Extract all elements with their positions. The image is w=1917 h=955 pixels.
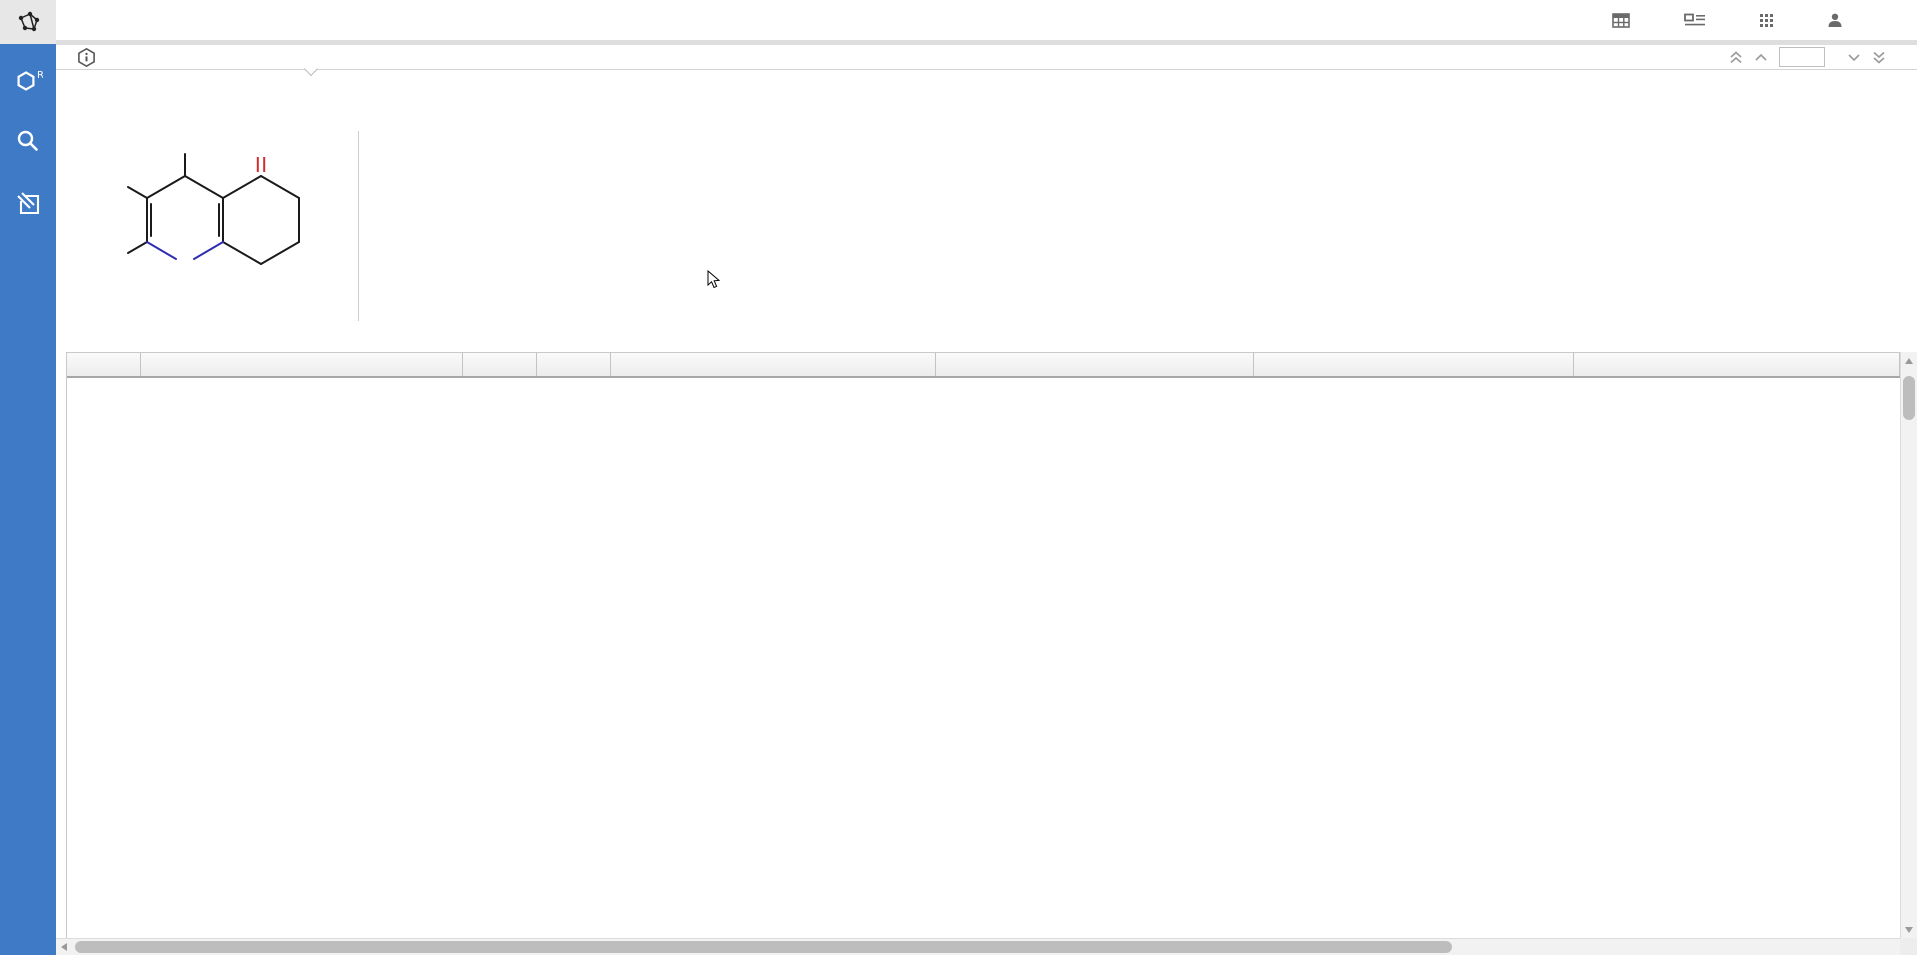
column-header-r1[interactable] <box>936 353 1254 376</box>
menu-forms[interactable] <box>1684 13 1722 27</box>
setting-row <box>378 199 634 219</box>
apps-grid-icon <box>1760 14 1773 27</box>
setting-row <box>378 139 634 159</box>
horizontal-scrollbar-thumb[interactable] <box>75 941 1452 953</box>
scroll-up-arrow-icon[interactable] <box>1905 358 1913 364</box>
column-header-mol-weight[interactable] <box>463 353 537 376</box>
vertical-scrollbar-thumb[interactable] <box>1903 376 1915 420</box>
record-pager <box>1729 46 1907 68</box>
main-content <box>56 69 1917 938</box>
menu-user[interactable] <box>1827 12 1859 28</box>
tab-untitled-enumeration[interactable] <box>68 47 96 67</box>
chevron-double-down-icon <box>1872 51 1886 64</box>
menu-enumeration[interactable] <box>1760 14 1789 27</box>
menu-tables[interactable] <box>1612 13 1646 28</box>
scaffold-structure <box>90 121 340 316</box>
markush-r-icon: R <box>13 65 43 93</box>
export-icon <box>14 189 42 217</box>
page-first-button[interactable] <box>1729 51 1743 64</box>
svg-text:R: R <box>37 70 43 81</box>
tabbar <box>56 40 1917 70</box>
page-number-input[interactable] <box>1779 47 1825 67</box>
enumeration-settings <box>378 139 634 259</box>
app-logo[interactable] <box>0 0 56 44</box>
search-icon <box>15 128 41 154</box>
chevron-down-icon <box>1847 53 1861 62</box>
column-header-r2[interactable] <box>1254 353 1574 376</box>
sidebar-item-markush[interactable]: R <box>0 48 56 110</box>
topbar <box>0 0 1917 40</box>
table-grid-icon <box>1612 13 1630 28</box>
chevron-up-icon <box>1754 53 1768 62</box>
column-header-formula[interactable] <box>537 353 611 376</box>
table-header <box>67 352 1902 378</box>
column-header-colored-structure[interactable] <box>611 353 936 376</box>
page-next-button[interactable] <box>1847 53 1861 62</box>
tabbar-top-strip <box>56 40 1917 45</box>
horizontal-scrollbar[interactable] <box>56 938 1900 955</box>
column-header-r3[interactable] <box>1574 353 1900 376</box>
setting-row <box>378 179 634 199</box>
vertical-scrollbar[interactable] <box>1900 352 1917 938</box>
setting-row <box>378 159 634 179</box>
sidebar: R <box>0 44 56 955</box>
molecule-logo-icon <box>14 9 42 35</box>
scrollbar-corner <box>1900 938 1917 955</box>
column-header-cdid[interactable] <box>67 353 141 376</box>
setting-row <box>378 219 634 239</box>
topbar-menus <box>1612 0 1897 40</box>
setting-row <box>378 239 634 259</box>
scroll-left-arrow-icon[interactable] <box>61 943 67 951</box>
user-icon <box>1827 12 1843 28</box>
chevron-double-up-icon <box>1729 51 1743 64</box>
forms-icon <box>1684 13 1706 27</box>
sidebar-item-search[interactable] <box>0 110 56 172</box>
page-last-button[interactable] <box>1872 51 1886 64</box>
sidebar-item-export[interactable] <box>0 172 56 234</box>
info-hexagon-icon[interactable] <box>77 48 96 67</box>
results-table <box>66 352 1902 939</box>
details-divider <box>358 131 359 321</box>
column-header-structure[interactable] <box>141 353 463 376</box>
page-prev-button[interactable] <box>1754 53 1768 62</box>
scroll-down-arrow-icon[interactable] <box>1905 927 1913 933</box>
